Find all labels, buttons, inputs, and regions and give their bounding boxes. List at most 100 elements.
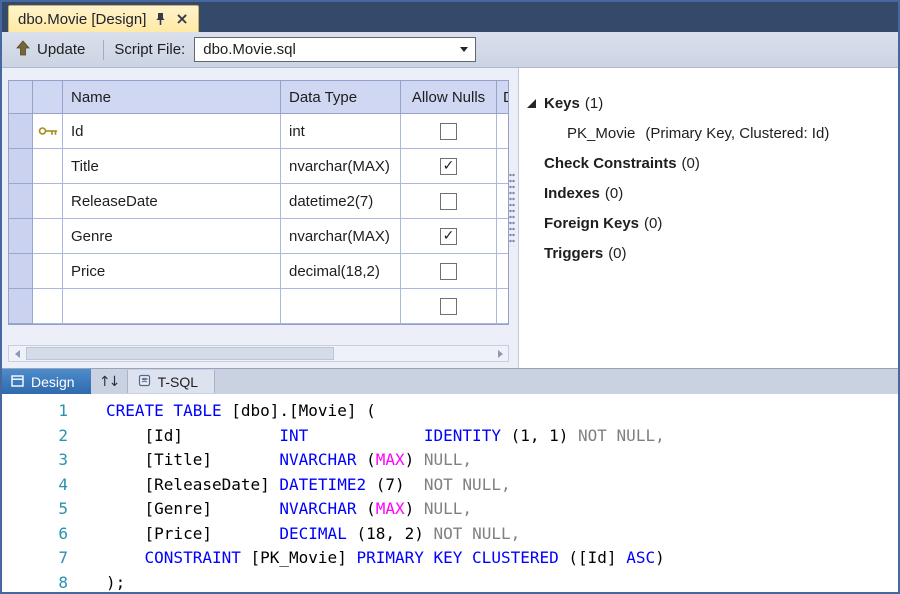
code-text: [Title] NVARCHAR (MAX) NULL, [106,448,472,473]
tree-item-check-constraints[interactable]: Check Constraints(0) [527,148,898,178]
table-row[interactable]: Title nvarchar(MAX) [9,149,508,184]
row-selector[interactable] [9,254,33,289]
tree-item-label: Check Constraints [544,155,677,172]
document-tab-title: dbo.Movie [Design] [18,11,146,28]
code-line[interactable]: 8); [2,571,898,594]
table-row[interactable]: Id int [9,114,508,149]
line-number: 3 [2,448,68,473]
allow-nulls-cell[interactable] [401,149,497,184]
script-file-label: Script File: [114,41,185,58]
allow-nulls-checkbox[interactable] [440,123,457,140]
column-name-cell[interactable]: Price [63,254,281,289]
row-selector[interactable] [9,114,33,149]
key-name: PK_Movie [567,125,635,142]
column-name-cell[interactable] [63,289,281,324]
allow-nulls-cell[interactable] [401,114,497,149]
code-text: [Price] DECIMAL (18, 2) NOT NULL, [106,522,520,547]
code-text: ); [106,571,125,594]
row-selector[interactable] [9,149,33,184]
line-number: 7 [2,546,68,571]
row-icon-cell [33,149,63,184]
data-type-cell[interactable]: nvarchar(MAX) [281,219,401,254]
dropdown-arrow-icon [460,47,468,52]
tree-item-count: (1) [585,95,603,112]
pin-icon[interactable] [155,12,166,26]
tree-item-label: Indexes [544,185,600,202]
allow-nulls-checkbox[interactable] [440,228,457,245]
code-line[interactable]: 6 [Price] DECIMAL (18, 2) NOT NULL, [2,522,898,547]
row-selector[interactable] [9,289,33,324]
allow-nulls-checkbox[interactable] [440,158,457,175]
scrollbar-track[interactable] [25,346,492,361]
allow-nulls-checkbox[interactable] [440,263,457,280]
column-name-cell[interactable]: Genre [63,219,281,254]
allow-nulls-cell[interactable] [401,254,497,289]
code-line[interactable]: 3 [Title] NVARCHAR (MAX) NULL, [2,448,898,473]
table-designer-window: dbo.Movie [Design] × Update Script File:… [0,0,900,594]
expander-box[interactable] [527,99,544,108]
tree-item-foreign-keys[interactable]: Foreign Keys(0) [527,208,898,238]
clipped-cell [497,149,508,184]
clipped-cell [497,184,508,219]
tree-item-indexes[interactable]: Indexes (0) [527,178,898,208]
close-icon[interactable]: × [175,11,188,27]
scroll-right-icon[interactable] [492,346,508,361]
tree-child-item[interactable]: PK_Movie(Primary Key, Clustered: Id) [527,118,898,148]
clipped-cell [497,219,508,254]
data-type-cell[interactable]: datetime2(7) [281,184,401,219]
table-row[interactable]: Price decimal(18,2) [9,254,508,289]
code-line[interactable]: 4 [ReleaseDate] DATETIME2 (7) NOT NULL, [2,473,898,498]
tree-item-triggers[interactable]: Triggers(0) [527,238,898,268]
update-arrow-icon [16,40,30,60]
code-line[interactable]: 1CREATE TABLE [dbo].[Movie] ( [2,399,898,424]
table-properties-pane: Keys (1) PK_Movie(Primary Key, Clustered: … [518,68,898,368]
table-row[interactable] [9,289,508,324]
tsql-code-editor[interactable]: 1CREATE TABLE [dbo].[Movie] (2 [Id] INT … [2,394,898,594]
tab-tsql[interactable]: T-SQL [127,370,215,393]
table-row[interactable]: Genre nvarchar(MAX) [9,219,508,254]
code-line[interactable]: 5 [Genre] NVARCHAR (MAX) NULL, [2,497,898,522]
code-line[interactable]: 2 [Id] INT IDENTITY (1, 1) NOT NULL, [2,424,898,449]
update-button[interactable]: Update [12,37,93,63]
allow-nulls-cell[interactable] [401,184,497,219]
data-type-column-header: Data Type [281,81,401,114]
data-type-cell[interactable]: nvarchar(MAX) [281,149,401,184]
allow-nulls-checkbox[interactable] [440,193,457,210]
line-number: 1 [2,399,68,424]
row-selector[interactable] [9,219,33,254]
allow-nulls-checkbox[interactable] [440,298,457,315]
grid-header-row: Name Data Type Allow Nulls Default [9,81,508,114]
tree-item-keys[interactable]: Keys (1) [527,88,898,118]
code-line[interactable]: 7 CONSTRAINT [PK_Movie] PRIMARY KEY CLUS… [2,546,898,571]
data-type-cell[interactable]: decimal(18,2) [281,254,401,289]
tree-item-count: (0) [608,245,626,262]
expanded-arrow-icon[interactable] [527,99,536,108]
row-icon-cell [33,254,63,289]
toolbar-separator [103,40,104,60]
tab-design[interactable]: Design [2,369,91,394]
pane-splitter[interactable] [509,172,515,246]
scrollbar-thumb[interactable] [26,347,334,360]
column-name-cell[interactable]: Id [63,114,281,149]
horizontal-scrollbar[interactable] [8,345,509,362]
column-name-cell[interactable]: Title [63,149,281,184]
clipped-cell [497,289,508,324]
scroll-left-icon[interactable] [9,346,25,361]
table-row[interactable]: ReleaseDate datetime2(7) [9,184,508,219]
row-selector[interactable] [9,184,33,219]
tree-item-count: (0) [605,185,623,202]
designer-toolbar: Update Script File: dbo.Movie.sql [2,32,898,68]
line-number: 6 [2,522,68,547]
clipped-cell [497,254,508,289]
tab-tsql-label: T-SQL [158,374,198,390]
tree-item-label: Keys [544,95,580,112]
allow-nulls-cell[interactable] [401,289,497,324]
data-type-cell[interactable] [281,289,401,324]
column-name-cell[interactable]: ReleaseDate [63,184,281,219]
allow-nulls-cell[interactable] [401,219,497,254]
swap-panes-icon[interactable]: ↑↓ [91,369,127,394]
row-icon-cell [33,114,63,149]
script-file-dropdown[interactable]: dbo.Movie.sql [194,37,476,62]
data-type-cell[interactable]: int [281,114,401,149]
document-tab[interactable]: dbo.Movie [Design] × [8,5,199,32]
